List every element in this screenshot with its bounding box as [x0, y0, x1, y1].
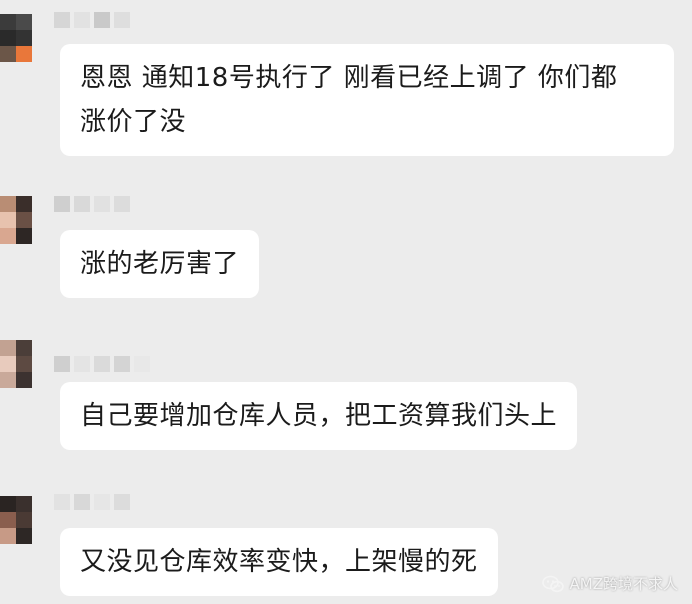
- sender-name: [54, 12, 130, 28]
- message-bubble[interactable]: 恩恩 通知18号执行了 刚看已经上调了 你们都 涨价了没: [60, 44, 674, 156]
- message-text: 又没见仓库效率变快，上架慢的死: [80, 547, 478, 577]
- sender-name: [54, 196, 130, 212]
- avatar[interactable]: [0, 14, 32, 62]
- watermark-text: AMZ跨境不求人: [569, 575, 678, 593]
- avatar[interactable]: [0, 196, 32, 244]
- avatar[interactable]: [0, 340, 32, 388]
- sender-name: [54, 356, 150, 372]
- wechat-icon: [541, 575, 564, 593]
- message-bubble[interactable]: 自己要增加仓库人员，把工资算我们头上: [60, 382, 578, 450]
- message-text: 自己要增加仓库人员，把工资算我们头上: [80, 401, 558, 431]
- message-bubble[interactable]: 涨的老厉害了: [60, 230, 260, 298]
- avatar[interactable]: [0, 496, 32, 544]
- message-text: 涨价了没: [80, 107, 187, 137]
- message-bubble[interactable]: 又没见仓库效率变快，上架慢的死: [60, 528, 498, 596]
- message-text: 涨的老厉害了: [80, 249, 240, 279]
- sender-name: [54, 494, 130, 510]
- chat-window: 恩恩 通知18号执行了 刚看已经上调了 你们都 涨价了没 涨的老厉害了 自己要增…: [0, 0, 692, 604]
- watermark: AMZ跨境不求人: [541, 573, 678, 594]
- message-text: 恩恩 通知18号执行了 刚看已经上调了 你们都: [80, 63, 618, 93]
